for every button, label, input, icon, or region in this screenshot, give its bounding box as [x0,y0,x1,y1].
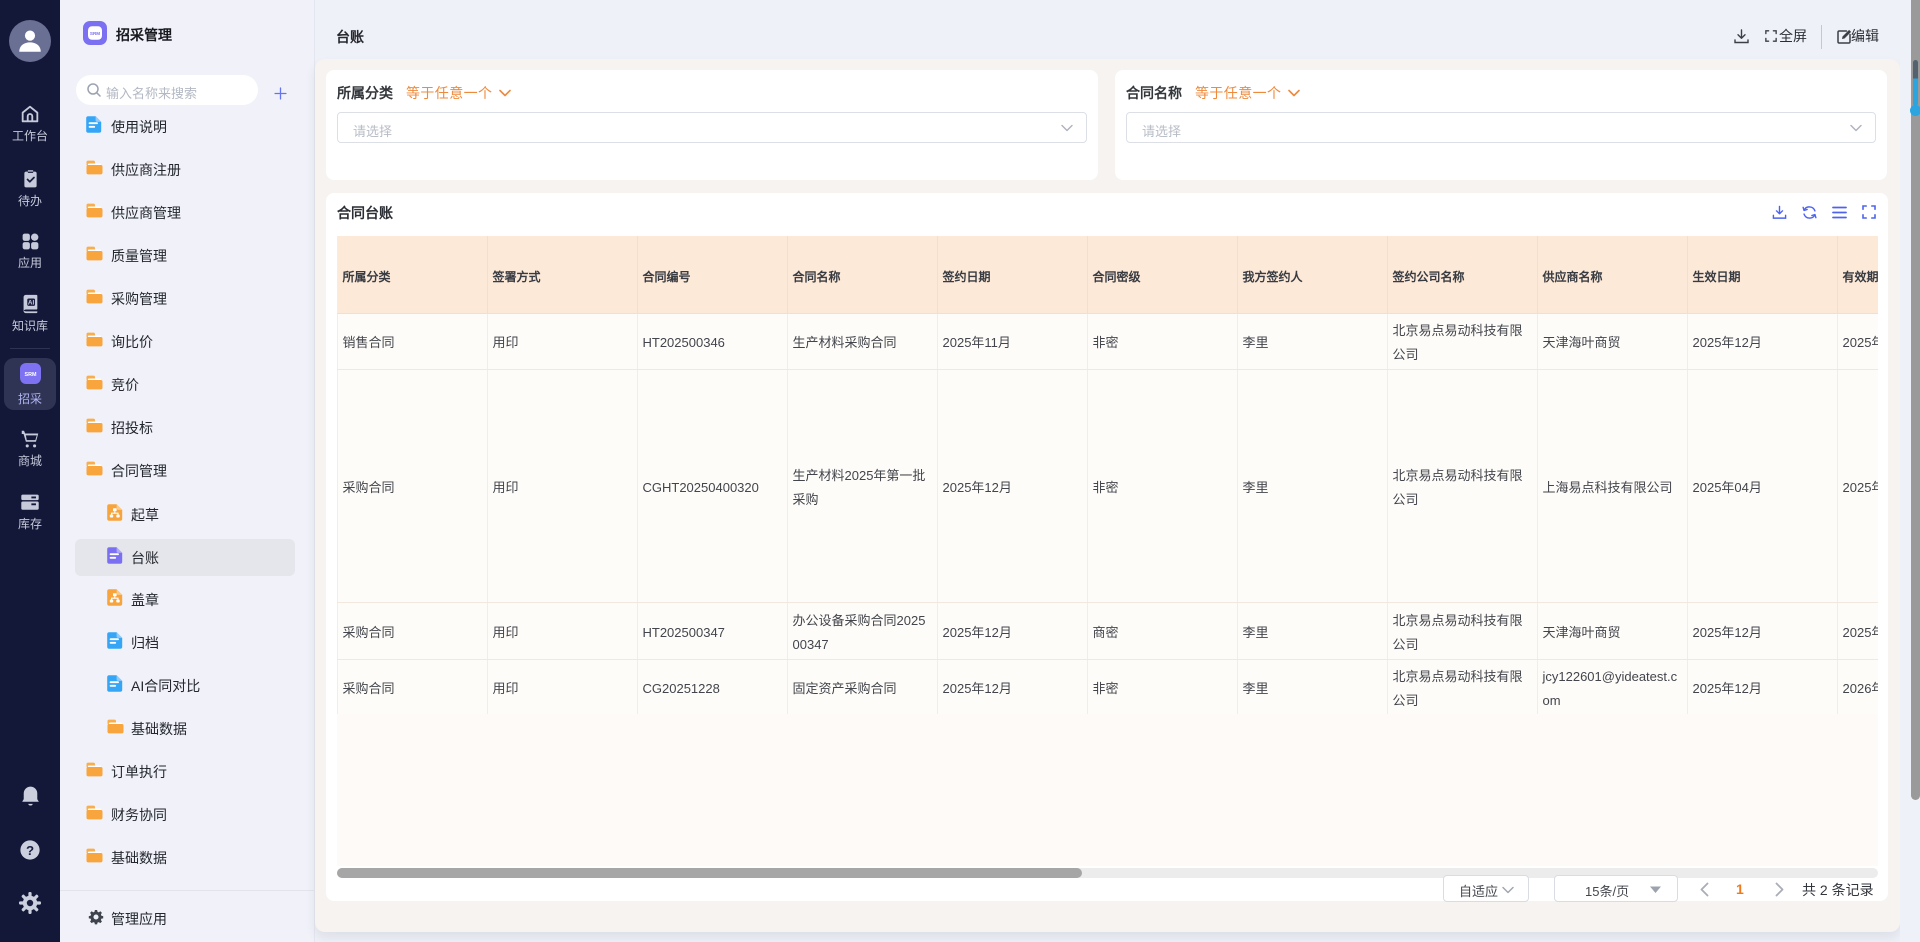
svg-text:AI: AI [28,299,35,306]
svg-text:SRM: SRM [90,31,100,36]
svg-text:SRM: SRM [24,372,36,378]
svg-text:?: ? [26,843,34,858]
